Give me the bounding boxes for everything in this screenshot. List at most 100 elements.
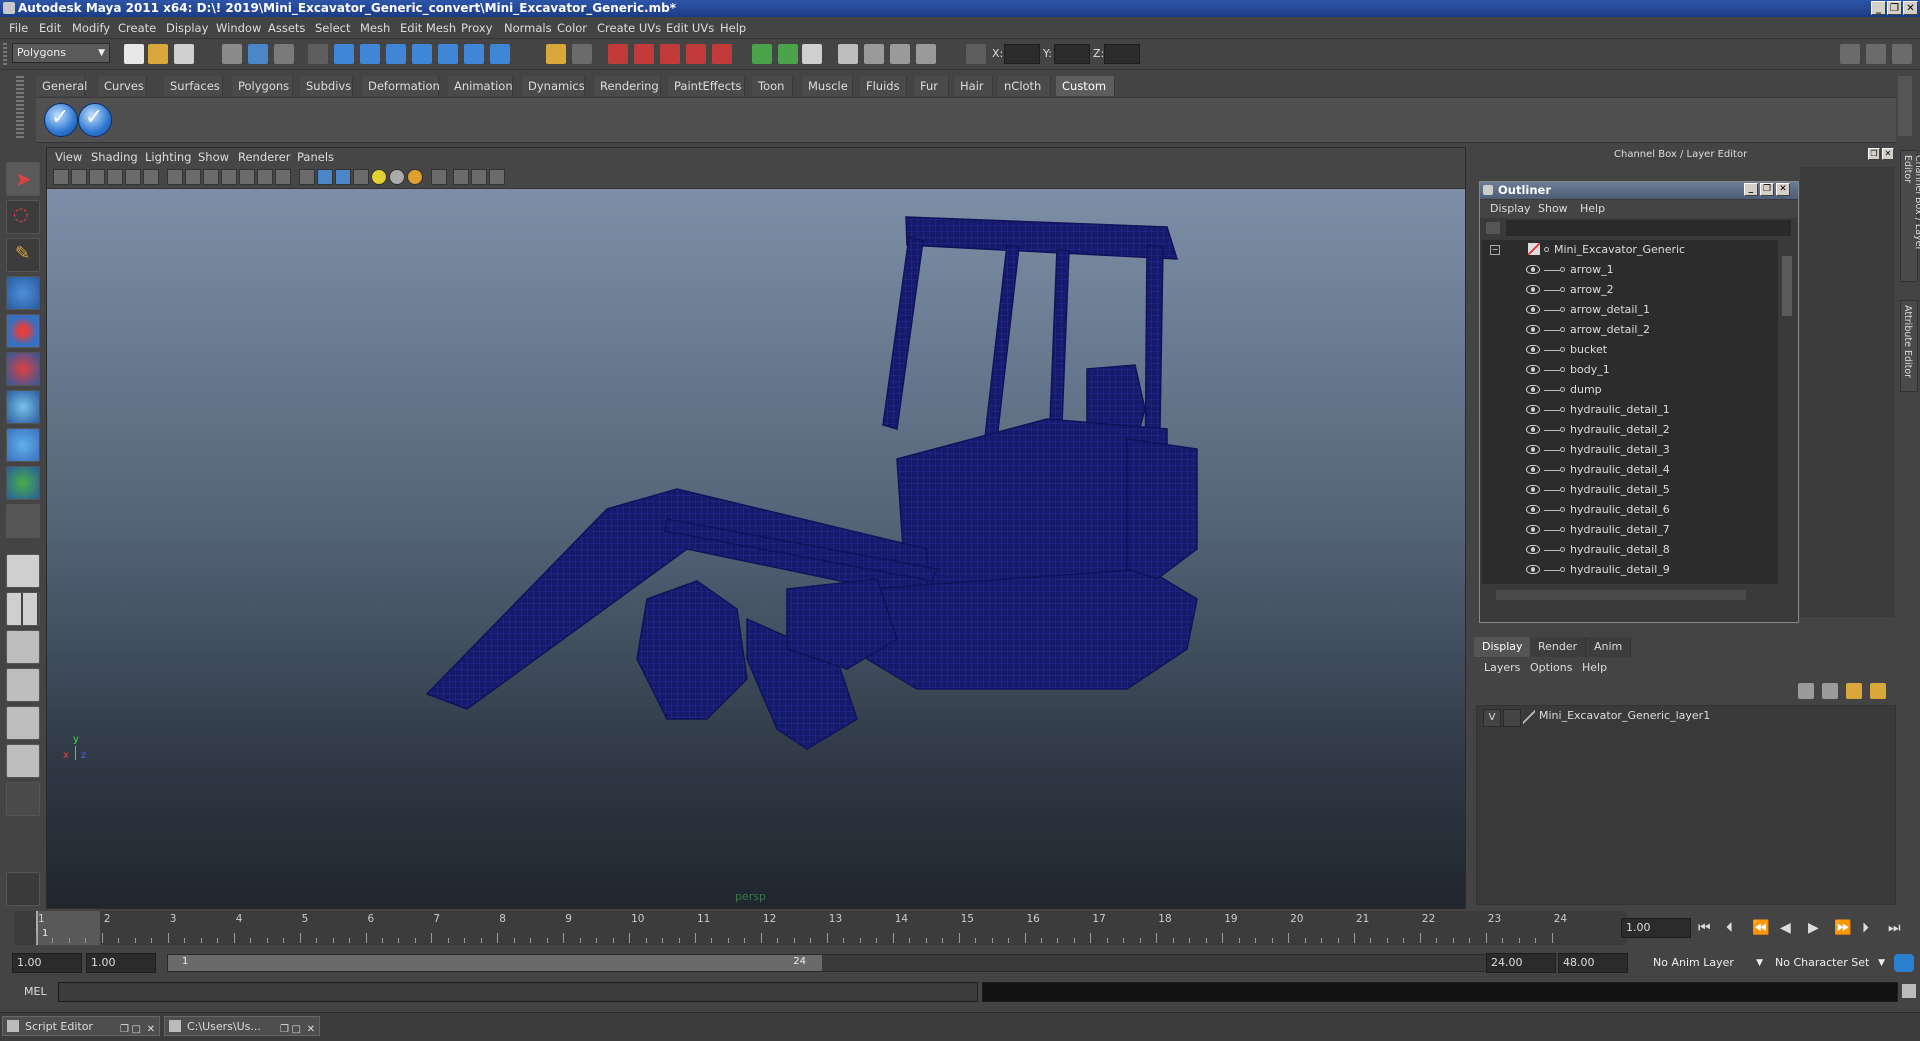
- select-object-icon[interactable]: [248, 44, 268, 64]
- select-hierarchy-icon[interactable]: [222, 44, 242, 64]
- snap-grid-icon[interactable]: [608, 44, 628, 64]
- move-tool-icon[interactable]: [6, 276, 40, 310]
- menu-modify[interactable]: Modify: [72, 21, 110, 35]
- shelf-handle[interactable]: [16, 76, 24, 140]
- status-line-handle[interactable]: [3, 43, 7, 65]
- menu-display[interactable]: Display: [166, 21, 208, 35]
- channel-box-close-button[interactable]: ✕: [1882, 148, 1894, 160]
- menu-create-uvs[interactable]: Create UVs: [597, 21, 661, 35]
- isolate-select-icon[interactable]: [431, 169, 447, 185]
- menu-set-dropdown[interactable]: Polygons ▼: [12, 43, 110, 63]
- shelf-tab-hair[interactable]: Hair: [954, 76, 993, 96]
- range-slider-handle[interactable]: 1 24: [168, 955, 822, 971]
- outliner-maximize-button[interactable]: ❐: [1760, 183, 1774, 196]
- shelf-tab-fur[interactable]: Fur: [914, 76, 949, 96]
- shelf-tab-ncloth[interactable]: nCloth: [998, 76, 1051, 96]
- four-view-layout-icon[interactable]: [6, 592, 40, 626]
- bookmarks-icon[interactable]: [89, 169, 105, 185]
- render-view-icon[interactable]: [838, 44, 858, 64]
- shelf-tab-polygons[interactable]: Polygons: [232, 76, 293, 96]
- grease-pencil-icon[interactable]: [143, 169, 159, 185]
- outliner-menu-display[interactable]: Display: [1490, 202, 1531, 215]
- shadows-icon[interactable]: [407, 169, 423, 185]
- custom-shelf-check-icon-1[interactable]: [44, 103, 78, 137]
- show-channel-box-icon[interactable]: [1892, 44, 1912, 64]
- maximize-icon[interactable]: □: [132, 1020, 141, 1040]
- backface-culling-icon[interactable]: [489, 169, 505, 185]
- menu-edit-uvs[interactable]: Edit UVs: [666, 21, 714, 35]
- layer-menu-help[interactable]: Help: [1582, 661, 1607, 674]
- film-gate-icon[interactable]: [185, 169, 201, 185]
- quick-layout-icon[interactable]: [6, 872, 40, 906]
- auto-key-icon[interactable]: [1894, 954, 1914, 972]
- select-tool-icon[interactable]: ➤: [6, 162, 40, 196]
- layer-tab-anim[interactable]: Anim: [1586, 637, 1632, 657]
- menu-color[interactable]: Color: [557, 21, 587, 35]
- restore-icon[interactable]: ❐: [120, 1020, 129, 1040]
- shelf-scroll-arrows[interactable]: [1898, 76, 1912, 136]
- viewport-menu-renderer[interactable]: Renderer: [238, 150, 291, 164]
- outliner-item-row[interactable]: arrow_1: [1482, 260, 1778, 280]
- safe-action-icon[interactable]: [257, 169, 273, 185]
- select-curve-icon[interactable]: [360, 44, 380, 64]
- menu-edit-mesh[interactable]: Edit Mesh: [400, 21, 456, 35]
- viewport-menu-view[interactable]: View: [55, 150, 82, 164]
- custom-shelf-check-icon-2[interactable]: [78, 103, 112, 137]
- x-input[interactable]: [1004, 44, 1040, 64]
- maximize-button[interactable]: ❐: [1887, 1, 1902, 15]
- select-surface-icon[interactable]: [386, 44, 406, 64]
- wireframe-icon[interactable]: [299, 169, 315, 185]
- menu-help[interactable]: Help: [720, 21, 746, 35]
- outliner-root-row[interactable]: − Mini_Excavator_Generic: [1482, 240, 1778, 260]
- side-tab-attribute-editor[interactable]: Attribute Editor: [1900, 300, 1918, 392]
- outliner-item-row[interactable]: hydraulic_detail_4: [1482, 460, 1778, 480]
- select-dynamics-icon[interactable]: [438, 44, 458, 64]
- step-back-frame-icon[interactable]: ⏴: [1726, 920, 1733, 936]
- outliner-item-row[interactable]: arrow_2: [1482, 280, 1778, 300]
- soft-modification-icon[interactable]: [6, 428, 40, 462]
- camera-attributes-icon[interactable]: [71, 169, 87, 185]
- shelf-tab-general[interactable]: General: [36, 76, 87, 96]
- outliner-item-row[interactable]: dump: [1482, 380, 1778, 400]
- outliner-menu-help[interactable]: Help: [1580, 202, 1605, 215]
- rotate-tool-icon[interactable]: [6, 314, 40, 348]
- outliner-item-row[interactable]: hydraulic_detail_1: [1482, 400, 1778, 420]
- start-time-field[interactable]: 1.00: [12, 953, 82, 973]
- outliner-item-row[interactable]: hydraulic_detail_9: [1482, 560, 1778, 580]
- shelf-tab-deformation[interactable]: Deformation: [362, 76, 440, 96]
- shelf-tab-fluids[interactable]: Fluids: [860, 76, 907, 96]
- menu-create[interactable]: Create: [118, 21, 156, 35]
- save-scene-icon[interactable]: [174, 44, 194, 64]
- 2d-pan-zoom-icon[interactable]: [125, 169, 141, 185]
- outliner-item-row[interactable]: body_1: [1482, 360, 1778, 380]
- outliner-item-row[interactable]: hydraulic_detail_5: [1482, 480, 1778, 500]
- paint-select-tool-icon[interactable]: ✎: [6, 238, 40, 272]
- outliner-item-row[interactable]: hydraulic_detail_6: [1482, 500, 1778, 520]
- step-forward-key-icon[interactable]: ⏩: [1834, 920, 1851, 936]
- resolution-gate-icon[interactable]: [203, 169, 219, 185]
- layer-tab-display[interactable]: Display: [1474, 637, 1532, 657]
- history-icon[interactable]: [752, 44, 772, 64]
- command-language-label[interactable]: MEL: [24, 985, 47, 998]
- viewport-menu-lighting[interactable]: Lighting: [145, 150, 191, 164]
- snap-curve-icon[interactable]: [634, 44, 654, 64]
- select-camera-icon[interactable]: [53, 169, 69, 185]
- current-time-field[interactable]: 1.00: [1621, 918, 1691, 938]
- layer-menu-options[interactable]: Options: [1530, 661, 1572, 674]
- render-current-frame-icon[interactable]: [864, 44, 884, 64]
- step-forward-frame-icon[interactable]: ⏵: [1862, 920, 1869, 936]
- viewport-menu-show[interactable]: Show: [198, 150, 229, 164]
- collapse-icon[interactable]: −: [1490, 245, 1500, 255]
- new-empty-layer-icon[interactable]: [1846, 683, 1862, 699]
- open-scene-icon[interactable]: [148, 44, 168, 64]
- menu-file[interactable]: File: [9, 21, 28, 35]
- select-joint-icon[interactable]: [334, 44, 354, 64]
- file-browser-task[interactable]: C:\Users\Us... ❐ □ ✕: [164, 1016, 320, 1036]
- shelf-tab-custom[interactable]: Custom: [1056, 76, 1115, 96]
- step-back-key-icon[interactable]: ⏪: [1752, 920, 1769, 936]
- z-input[interactable]: [1104, 44, 1140, 64]
- channel-box-float-button[interactable]: ❐: [1868, 148, 1880, 160]
- universal-manipulator-icon[interactable]: [6, 390, 40, 424]
- render-settings-icon[interactable]: [916, 44, 936, 64]
- time-slider[interactable]: 1 1 2 3 4 5 6 7 8 9 10 11 12 13 14 15 16 17 18 19 20 21 22 23 2…: [14, 911, 1626, 945]
